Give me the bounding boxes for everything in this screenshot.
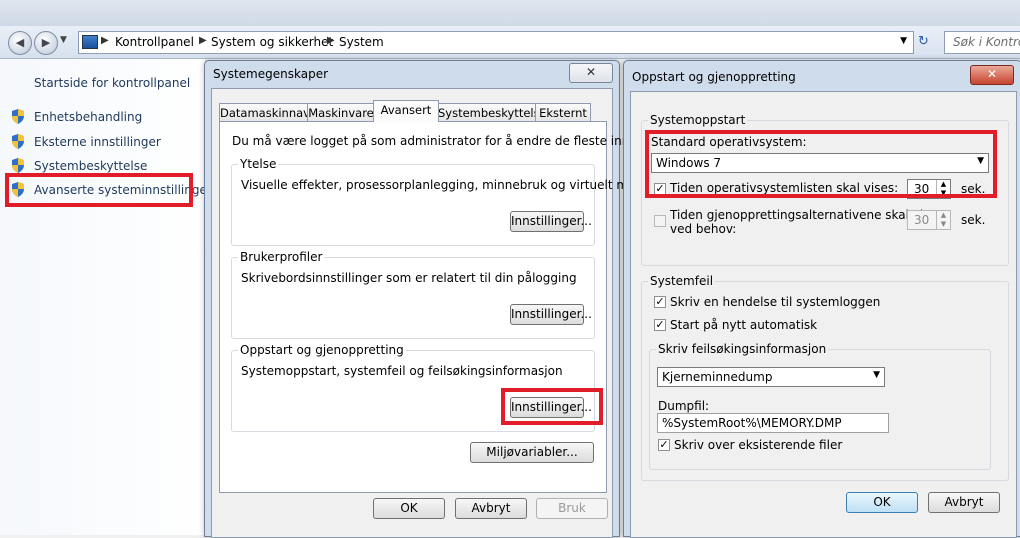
write-event-checkbox[interactable]: ✓ <box>654 296 666 308</box>
search-placeholder: Søk i Kontrollpa <box>953 35 1020 49</box>
left-link-enhetsbehandling[interactable]: Enhetsbehandling <box>34 110 142 124</box>
back-button[interactable]: ◀ <box>8 31 32 55</box>
overwrite-label: Skriv over eksisterende filer <box>674 438 843 452</box>
uac-shield-icon <box>12 158 24 173</box>
apply-button[interactable]: Bruk <box>536 498 608 519</box>
left-link-systembeskyttelse[interactable]: Systembeskyttelse <box>34 159 147 173</box>
group-title: Systemoppstart <box>648 113 748 127</box>
breadcrumb-chevron-icon: ▶ <box>199 35 207 46</box>
tab-systembeskyttelse[interactable]: Systembeskyttelse <box>437 103 547 122</box>
explorer-navigation-bar: ◀ ▶ ▼ ▶ Kontrollpanel ▶ System og sikker… <box>0 26 1020 59</box>
tab-datamaskinnavn[interactable]: Datamaskinnavn <box>219 103 317 122</box>
group-title: Oppstart og gjenoppretting <box>238 343 406 357</box>
cancel-button[interactable]: Avbryt <box>455 498 527 519</box>
control-panel-left-pane: Startside for kontrollpanel Enhetsbehand… <box>0 59 212 535</box>
group-title: Skriv feilsøkingsinformasjon <box>656 342 829 356</box>
tab-eksternt[interactable]: Eksternt <box>535 103 591 122</box>
close-button[interactable]: ✕ <box>569 63 613 83</box>
tab-panel-avansert: Du må være logget på som administrator f… <box>219 121 695 493</box>
debug-info-select[interactable]: Kjerneminnedump ▼ <box>657 367 885 387</box>
uac-shield-icon <box>12 109 24 124</box>
group-title: Ytelse <box>238 157 279 171</box>
cancel-button[interactable]: Avbryt <box>928 492 1000 513</box>
spinner-value: 30 <box>914 213 930 227</box>
red-highlight-box <box>501 388 603 425</box>
red-highlight-box <box>645 130 997 198</box>
group-title: Systemfeil <box>648 274 716 288</box>
recovery-label-line2: ved behov: <box>670 222 737 236</box>
browser-top-strip <box>0 0 1020 26</box>
auto-restart-label: Start på nytt automatisk <box>670 318 818 332</box>
dumpfile-input[interactable]: %SystemRoot%\MEMORY.DMP <box>657 413 889 433</box>
control-panel-home-link[interactable]: Startside for kontrollpanel <box>34 76 190 90</box>
dumpfile-value: %SystemRoot%\MEMORY.DMP <box>662 416 842 430</box>
group-title: Brukerprofiler <box>238 250 325 264</box>
breadcrumb-kontrollpanel[interactable]: Kontrollpanel <box>115 35 194 49</box>
breadcrumb-chevron-icon: ▶ <box>327 35 335 46</box>
dumpfile-label: Dumpfil: <box>658 399 710 413</box>
overwrite-checkbox[interactable]: ✓ <box>658 439 670 451</box>
recovery-label-line1: Tiden gjenopprettingsalternativene skal … <box>670 208 947 222</box>
close-icon: ✕ <box>986 67 998 81</box>
close-icon: ✕ <box>585 65 597 79</box>
arrow-right-icon: ▶ <box>41 36 51 49</box>
write-event-label: Skriv en hendelse til systemloggen <box>670 295 881 309</box>
red-highlight-box <box>5 173 193 207</box>
uac-shield-icon <box>12 134 24 149</box>
startup-recovery-dialog: Oppstart og gjenoppretting ✕ Systemoppst… <box>623 60 1020 538</box>
dialog-title: Oppstart og gjenoppretting <box>632 70 796 84</box>
address-bar[interactable]: ▶ Kontrollpanel ▶ System og sikkerhet ▶ … <box>78 31 914 54</box>
dialog-client-area: Datamaskinnavn Maskinvare Avansert Syste… <box>211 88 695 538</box>
auto-restart-checkbox[interactable]: ✓ <box>654 319 666 331</box>
group-brukerprofiler: Brukerprofiler Skrivebordsinnstillinger … <box>231 250 595 339</box>
address-dropdown-icon[interactable]: ▼ <box>900 36 907 46</box>
recovery-options-checkbox[interactable] <box>654 215 666 227</box>
ok-button[interactable]: OK <box>373 498 445 519</box>
breadcrumb-system[interactable]: System <box>339 35 384 49</box>
system-properties-dialog: Systemegenskaper ✕ Datamaskinnavn Maskin… <box>204 60 695 538</box>
ytelse-settings-button[interactable]: Innstillinger... <box>510 211 592 232</box>
select-value: Kjerneminnedump <box>662 370 773 384</box>
close-button[interactable]: ✕ <box>970 65 1014 85</box>
search-input[interactable]: Søk i Kontrollpa <box>944 31 1020 54</box>
left-link-eksterne-innstillinger[interactable]: Eksterne innstillinger <box>34 135 161 149</box>
breadcrumb-system-og-sikkerhet[interactable]: System og sikkerhet <box>211 35 333 49</box>
spin-up-icon[interactable]: ▲ <box>936 211 950 220</box>
environment-variables-button[interactable]: Miljøvariabler... <box>470 442 594 463</box>
recent-pages-chevron-icon[interactable]: ▼ <box>60 35 67 45</box>
arrow-left-icon: ◀ <box>15 36 25 49</box>
group-ytelse: Ytelse Visuelle effekter, prosessorplanl… <box>231 157 654 246</box>
tab-maskinvare[interactable]: Maskinvare <box>307 103 375 122</box>
forward-button[interactable]: ▶ <box>34 31 58 55</box>
recovery-time-spinner[interactable]: 30 ▲ ▼ <box>907 210 951 230</box>
dialog-title: Systemegenskaper <box>213 67 329 81</box>
group-description: Visuelle effekter, prosessorplanlegging,… <box>241 178 654 192</box>
tab-avansert[interactable]: Avansert <box>373 100 439 122</box>
dialog-client-area: Systemoppstart Standard operativsystem: … <box>630 91 1017 538</box>
seconds-label: sek. <box>961 213 986 227</box>
group-description: Systemoppstart, systemfeil og feilsøking… <box>241 364 563 378</box>
control-panel-icon <box>82 35 98 49</box>
refresh-icon[interactable]: ↻ <box>918 34 929 49</box>
brukerprofiler-settings-button[interactable]: Innstillinger... <box>510 304 592 325</box>
spin-down-icon[interactable]: ▼ <box>936 220 950 229</box>
group-description: Skrivebordsinnstillinger som er relatert… <box>241 271 577 285</box>
ok-button[interactable]: OK <box>846 492 918 513</box>
breadcrumb-chevron-icon: ▶ <box>101 35 109 46</box>
chevron-down-icon: ▼ <box>873 370 880 380</box>
